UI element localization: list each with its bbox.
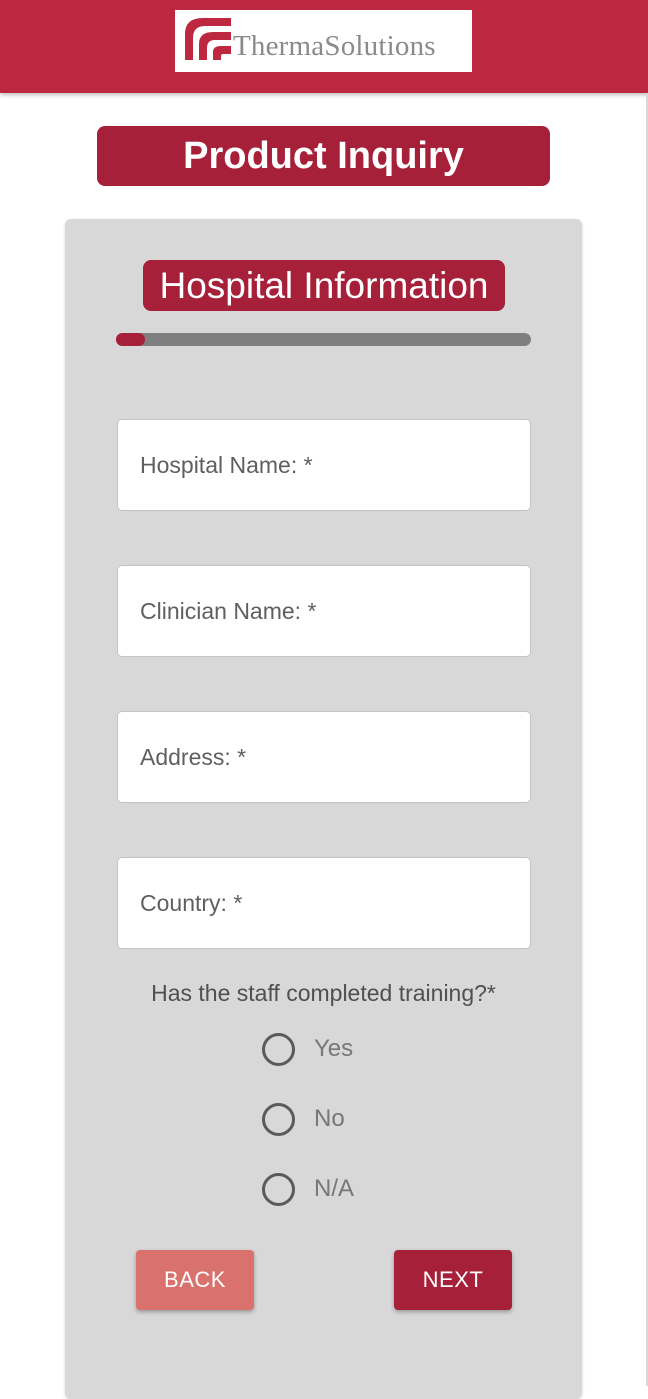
radio-option-yes[interactable]: Yes — [262, 1032, 353, 1066]
logo-text: ThermaSolutions — [233, 30, 436, 62]
company-logo[interactable]: ThermaSolutions — [175, 10, 472, 72]
clinician-name-input[interactable] — [117, 565, 531, 657]
radio-circle-icon[interactable] — [262, 1172, 295, 1206]
back-button[interactable]: BACK — [136, 1250, 254, 1310]
next-button[interactable]: NEXT — [394, 1250, 512, 1310]
progress-bar — [116, 333, 531, 346]
radio-option-na[interactable]: N/A — [262, 1172, 354, 1206]
progress-bar-fill — [116, 333, 146, 346]
logo-mark-icon — [185, 18, 231, 60]
country-input[interactable] — [117, 857, 531, 949]
hospital-name-input[interactable] — [117, 419, 531, 511]
address-input[interactable] — [117, 711, 531, 803]
radio-circle-icon[interactable] — [262, 1032, 295, 1066]
header-bar: ThermaSolutions — [0, 0, 648, 93]
training-question: Has the staff completed training?* — [151, 980, 496, 1006]
radio-circle-icon[interactable] — [262, 1102, 295, 1136]
radio-option-no[interactable]: No — [262, 1102, 345, 1136]
form-card — [65, 219, 582, 1399]
radio-label-yes: Yes — [314, 1035, 354, 1062]
radio-label-no: No — [314, 1105, 345, 1132]
page-title: Product Inquiry — [97, 126, 550, 186]
section-title: Hospital Information — [143, 260, 505, 311]
radio-label-na: N/A — [314, 1175, 355, 1202]
